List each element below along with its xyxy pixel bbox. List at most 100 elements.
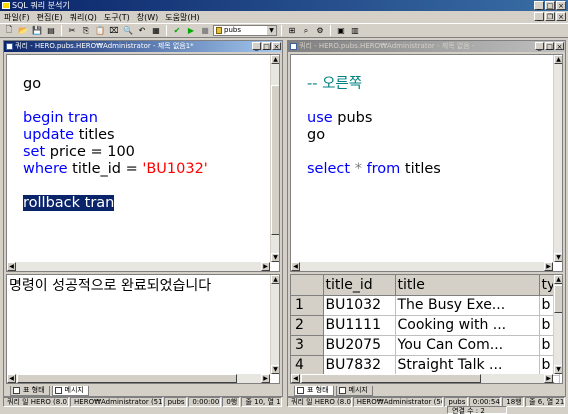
query-window-left[interactable]: 쿼리 - HERO.pubs.HERO₩Administrator - 제목 없… xyxy=(3,40,283,397)
help-icon[interactable]: ▥ xyxy=(349,25,361,37)
menu-edit[interactable]: 편집(E) xyxy=(37,12,63,23)
results-horizontal-scrollbar[interactable]: ◀ ▶ xyxy=(7,374,270,383)
table-row[interactable]: 3 BU2075 You Can Com... b xyxy=(291,335,560,356)
maximize-icon[interactable]: □ xyxy=(545,42,554,51)
cell-title-id[interactable]: BU2075 xyxy=(323,335,396,356)
chevron-down-icon[interactable]: ▼ xyxy=(267,26,276,35)
scroll-right-icon[interactable]: ▶ xyxy=(544,262,553,271)
scroll-left-icon[interactable]: ◀ xyxy=(291,374,300,383)
new-query-icon[interactable]: 🗋 xyxy=(3,25,15,37)
cut-icon[interactable]: ✂ xyxy=(66,25,78,37)
cell-title-id[interactable]: BU7832 xyxy=(323,355,396,376)
tab-grid[interactable]: 표 형태 xyxy=(294,386,334,396)
object-browser-icon[interactable]: ⊞ xyxy=(286,25,298,37)
results-horizontal-scrollbar[interactable]: ◀ ▶ xyxy=(291,374,553,383)
menu-window[interactable]: 창(W) xyxy=(137,12,159,23)
maximize-icon[interactable]: □ xyxy=(262,42,271,51)
row-number[interactable]: 2 xyxy=(291,315,324,336)
scroll-down-icon[interactable]: ▼ xyxy=(554,253,562,262)
table-row[interactable]: 1 BU1032 The Busy Exe... b xyxy=(291,295,560,316)
current-connection-icon[interactable]: ⚙ xyxy=(314,25,326,37)
query-window-right[interactable]: 쿼리 - HERO.pubs.HERO₩Administrator - 제목 없… xyxy=(287,40,566,397)
undo-icon[interactable]: ↶ xyxy=(136,25,148,37)
scroll-up-icon[interactable]: ▲ xyxy=(554,55,562,64)
scroll-thumb[interactable] xyxy=(554,285,562,313)
scroll-down-icon[interactable]: ▼ xyxy=(554,365,562,374)
scroll-left-icon[interactable]: ◀ xyxy=(7,374,16,383)
minimize-icon[interactable]: _ xyxy=(252,42,261,51)
object-search-icon[interactable]: ⌕ xyxy=(300,25,312,37)
messages-pane[interactable]: 명령이 성공적으로 완료되었습니다 ▲ ▼ ◀ ▶ xyxy=(6,274,280,384)
menu-file[interactable]: 파일(F) xyxy=(4,12,30,23)
scroll-up-icon[interactable]: ▲ xyxy=(554,275,562,284)
scroll-right-icon[interactable]: ▶ xyxy=(544,374,553,383)
scroll-left-icon[interactable]: ◀ xyxy=(7,262,16,271)
close-icon[interactable]: × xyxy=(272,42,281,51)
cell-title-id[interactable]: BU1111 xyxy=(323,315,396,336)
column-header[interactable]: title xyxy=(395,275,540,296)
scroll-thumb[interactable] xyxy=(17,374,237,383)
show-results-pane-icon[interactable]: ▣ xyxy=(335,25,347,37)
editor-vertical-scrollbar[interactable]: ▲ ▼ xyxy=(553,55,562,262)
menu-query[interactable]: 쿼리(Q) xyxy=(70,12,97,23)
close-icon[interactable]: × xyxy=(555,42,564,51)
query-window-title[interactable]: 쿼리 - HERO.pubs.HERO₩Administrator - 제목 없… xyxy=(4,41,282,52)
scroll-right-icon[interactable]: ▶ xyxy=(261,262,270,271)
maximize-icon[interactable]: □ xyxy=(545,1,555,10)
tab-messages[interactable]: 메시지 xyxy=(335,386,373,396)
scroll-thumb[interactable] xyxy=(271,85,279,235)
table-row[interactable]: 4 BU7832 Straight Talk ... b xyxy=(291,355,560,376)
editor-horizontal-scrollbar[interactable]: ◀ ▶ xyxy=(291,262,553,271)
results-grid-pane[interactable]: title_id title ty 1 BU1032 The Busy Exe.… xyxy=(290,274,563,384)
execute-query-icon[interactable]: ▶ xyxy=(185,25,197,37)
mdi-minimize-icon[interactable]: _ xyxy=(534,12,544,21)
query-editor[interactable]: go begin tran update titles set price = … xyxy=(6,54,280,272)
row-number[interactable]: 3 xyxy=(291,335,324,356)
paste-icon[interactable]: 📋 xyxy=(94,25,106,37)
scroll-down-icon[interactable]: ▼ xyxy=(271,365,279,374)
cell-title[interactable]: The Busy Exe... xyxy=(395,295,540,316)
scroll-left-icon[interactable]: ◀ xyxy=(291,262,300,271)
query-window-title[interactable]: 쿼리 - HERO.pubs.HERO₩Administrator - 제목 없… xyxy=(288,41,565,52)
results-mode-icon[interactable]: ▦ xyxy=(150,25,162,37)
clear-window-icon[interactable]: ⌧ xyxy=(108,25,120,37)
table-row[interactable]: 2 BU1111 Cooking with ... b xyxy=(291,315,560,336)
row-number[interactable]: 1 xyxy=(291,295,324,316)
scroll-thumb[interactable] xyxy=(301,374,481,383)
find-icon[interactable]: 🔍 xyxy=(122,25,134,37)
column-header[interactable]: title_id xyxy=(323,275,396,296)
parse-query-icon[interactable]: ✔ xyxy=(171,25,183,37)
cell-title-id[interactable]: BU1032 xyxy=(323,295,396,316)
row-number[interactable]: 4 xyxy=(291,355,324,376)
tab-grid[interactable]: 표 형태 xyxy=(10,386,50,396)
window-status-bars: 쿼리 일 HERO (8.0) HERO₩Administrator (51) … xyxy=(0,397,568,407)
scroll-up-icon[interactable]: ▲ xyxy=(271,275,279,284)
menu-tools[interactable]: 도구(T) xyxy=(104,12,130,23)
mdi-restore-icon[interactable]: ❐ xyxy=(545,12,555,21)
scroll-right-icon[interactable]: ▶ xyxy=(261,374,270,383)
menu-help[interactable]: 도움말(H) xyxy=(165,12,199,23)
query-editor[interactable]: -- 오른쪽 use pubs go select * from titles … xyxy=(290,54,563,272)
tab-messages[interactable]: 메시지 xyxy=(51,386,89,396)
cancel-query-icon[interactable]: ■ xyxy=(199,25,211,37)
editor-vertical-scrollbar[interactable]: ▲ ▼ xyxy=(270,55,279,262)
cell-title[interactable]: Cooking with ... xyxy=(395,315,540,336)
results-vertical-scrollbar[interactable]: ▲ ▼ xyxy=(553,275,562,374)
scroll-up-icon[interactable]: ▲ xyxy=(271,55,279,64)
database-select[interactable]: pubs ▼ xyxy=(213,25,277,36)
mdi-close-icon[interactable]: × xyxy=(556,12,566,21)
scroll-down-icon[interactable]: ▼ xyxy=(271,253,279,262)
open-icon[interactable]: 📂 xyxy=(17,25,29,37)
cell-title[interactable]: Straight Talk ... xyxy=(395,355,540,376)
cell-title[interactable]: You Can Com... xyxy=(395,335,540,356)
grid-corner[interactable] xyxy=(291,275,324,296)
minimize-icon[interactable]: _ xyxy=(534,1,544,10)
minimize-icon[interactable]: _ xyxy=(535,42,544,51)
insert-template-icon[interactable]: ▤ xyxy=(45,25,57,37)
close-icon[interactable]: × xyxy=(556,1,566,10)
results-grid[interactable]: title_id title ty 1 BU1032 The Busy Exe.… xyxy=(291,275,560,383)
save-icon[interactable]: 💾 xyxy=(31,25,43,37)
editor-horizontal-scrollbar[interactable]: ◀ ▶ xyxy=(7,262,270,271)
copy-icon[interactable]: ⎘ xyxy=(80,25,92,37)
results-vertical-scrollbar[interactable]: ▲ ▼ xyxy=(270,275,279,374)
